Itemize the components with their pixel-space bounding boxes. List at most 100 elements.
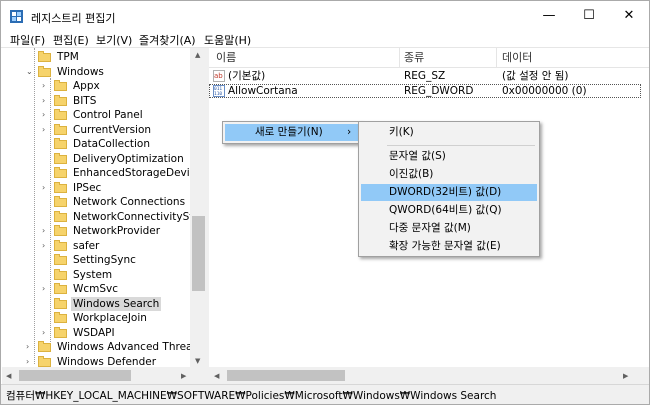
tree-vertical-scroll-thumb[interactable] <box>192 216 205 291</box>
menu-item-binary[interactable]: 이진값(B) <box>361 166 537 183</box>
folder-icon <box>54 210 67 222</box>
minimize-button[interactable]: — <box>529 1 569 31</box>
folder-icon <box>54 94 67 106</box>
folder-icon <box>38 355 51 367</box>
folder-icon <box>38 51 51 62</box>
minimize-icon: — <box>542 8 556 23</box>
scroll-right-icon[interactable]: ▶ <box>623 372 628 380</box>
menu-item-label: 확장 가능한 문자열 값(E) <box>389 240 501 252</box>
menu-help[interactable]: 도움말(H) <box>204 32 251 48</box>
submenu-arrow-icon: › <box>347 126 352 138</box>
tree-node-label: Network Connections <box>73 196 186 208</box>
collapsed-chevron-icon[interactable]: › <box>42 79 52 93</box>
menu-item-qword[interactable]: QWORD(64비트) 값(Q) <box>361 202 537 219</box>
value-row-selected[interactable]: 011 110 AllowCortana REG_DWORD 0x0000000… <box>209 84 641 98</box>
folder-icon <box>54 283 67 294</box>
menu-view[interactable]: 보기(V) <box>96 32 132 48</box>
scroll-up-icon[interactable]: ▲ <box>195 51 200 59</box>
title-bar[interactable]: 레지스트리 편집기 — ☐ ✕ <box>1 1 649 31</box>
menu-separator <box>387 145 535 146</box>
scroll-left-icon[interactable]: ◀ <box>6 372 11 380</box>
folder-icon <box>54 109 67 120</box>
folder-icon <box>54 326 67 338</box>
menu-item-label: 문자열 값(S) <box>389 150 446 162</box>
folder-icon <box>38 65 51 77</box>
folder-icon <box>54 268 67 280</box>
folder-icon <box>54 196 67 207</box>
menu-item-key[interactable]: 키(K) <box>361 124 537 141</box>
folder-icon <box>54 181 67 193</box>
menu-bar: 파일(F) 편집(E) 보기(V) 즐겨찾기(A) 도움말(H) <box>1 31 649 47</box>
tree-vertical-scrollbar[interactable] <box>190 48 207 367</box>
menu-item-new[interactable]: 새로 만들기(N) › <box>225 124 359 141</box>
collapsed-chevron-icon[interactable]: › <box>42 94 52 108</box>
collapsed-chevron-icon[interactable]: › <box>42 239 52 253</box>
collapsed-chevron-icon[interactable]: › <box>42 326 52 340</box>
tree-node-label: DeliveryOptimization <box>73 152 184 165</box>
folder-icon <box>54 297 67 309</box>
collapsed-chevron-icon[interactable]: › <box>42 224 52 238</box>
menu-favorites[interactable]: 즐겨찾기(A) <box>139 32 196 48</box>
tree-node-label: System <box>73 268 113 281</box>
tree-guide-line <box>34 48 35 364</box>
tree-node-label: Appx <box>73 80 100 92</box>
menu-item-label: 이진값(B) <box>389 168 434 180</box>
menu-item-dword[interactable]: DWORD(32비트) 값(D) <box>361 184 537 201</box>
collapsed-chevron-icon[interactable]: › <box>26 340 36 354</box>
key-tree[interactable]: TPM ⌄ Windows › Appx › BITS › Control Panel › Curr… <box>2 48 206 381</box>
status-bar: 컴퓨터₩HKEY_LOCAL_MACHINE₩SOFTWARE₩Policies… <box>1 384 649 404</box>
tree-node-label: Windows <box>57 65 104 78</box>
tree-node-label: WorkplaceJoin <box>73 312 147 324</box>
column-header-name[interactable]: 이름 <box>216 48 236 67</box>
tree-node-label: Windows Search <box>71 296 162 311</box>
tree-horizontal-scroll-thumb[interactable] <box>19 370 131 381</box>
maximize-icon: ☐ <box>583 8 595 23</box>
scroll-down-icon[interactable]: ▼ <box>195 357 200 365</box>
menu-item-new-label: 새로 만들기(N) <box>255 126 323 138</box>
tree-node-label: WcmSvc <box>73 283 119 295</box>
column-header-data[interactable]: 데이터 <box>502 48 532 67</box>
svg-text:110: 110 <box>214 91 222 97</box>
list-horizontal-scroll-thumb[interactable] <box>227 370 345 381</box>
menu-item-string[interactable]: 문자열 값(S) <box>361 148 537 165</box>
window-title: 레지스트리 편집기 <box>31 12 116 25</box>
binary-value-icon: 011 110 <box>213 85 225 97</box>
folder-icon <box>54 254 67 265</box>
menu-edit[interactable]: 편집(E) <box>53 32 89 48</box>
value-row[interactable]: ab (기본값) REG_SZ (값 설정 안 됨) <box>209 69 641 83</box>
expanded-chevron-icon[interactable]: ⌄ <box>26 65 36 79</box>
menu-file[interactable]: 파일(F) <box>10 32 45 48</box>
value-type: REG_SZ <box>404 70 446 82</box>
column-header-type[interactable]: 종류 <box>404 48 424 67</box>
column-divider[interactable] <box>399 48 400 67</box>
folder-icon <box>38 341 51 352</box>
collapsed-chevron-icon[interactable]: › <box>42 282 52 296</box>
scroll-right-icon[interactable]: ▶ <box>181 372 186 380</box>
collapsed-chevron-icon[interactable]: › <box>42 123 52 137</box>
tree-node-label: CurrentVersion <box>73 123 152 136</box>
menu-item-key-label: 키(K) <box>389 126 414 138</box>
collapsed-chevron-icon[interactable]: › <box>42 181 52 195</box>
svg-text:ab: ab <box>214 72 223 80</box>
value-type: REG_DWORD <box>404 85 474 97</box>
tree-node-label: DataCollection <box>73 138 151 150</box>
context-menu: 새로 만들기(N) › <box>222 121 362 144</box>
menu-item-expandable-string[interactable]: 확장 가능한 문자열 값(E) <box>361 238 537 255</box>
column-divider[interactable] <box>496 48 497 67</box>
tree-node-label: TPM <box>57 51 79 63</box>
folder-icon <box>54 152 67 164</box>
folder-icon <box>54 312 67 323</box>
collapsed-chevron-icon[interactable]: › <box>42 108 52 122</box>
value-name: (기본값) <box>228 70 266 82</box>
menu-item-label: 다중 문자열 값(M) <box>389 222 471 234</box>
close-button[interactable]: ✕ <box>609 1 649 31</box>
menu-item-label: QWORD(64비트) 값(Q) <box>389 204 502 216</box>
maximize-button[interactable]: ☐ <box>569 1 609 31</box>
menu-item-multi-string[interactable]: 다중 문자열 값(M) <box>361 220 537 237</box>
value-data: 0x00000000 (0) <box>502 85 587 97</box>
scroll-left-icon[interactable]: ◀ <box>214 372 219 380</box>
regedit-app-icon <box>10 10 23 23</box>
string-value-icon: ab <box>213 70 225 82</box>
status-path: 컴퓨터₩HKEY_LOCAL_MACHINE₩SOFTWARE₩Policies… <box>6 390 497 402</box>
menu-item-label: DWORD(32비트) 값(D) <box>389 186 502 198</box>
